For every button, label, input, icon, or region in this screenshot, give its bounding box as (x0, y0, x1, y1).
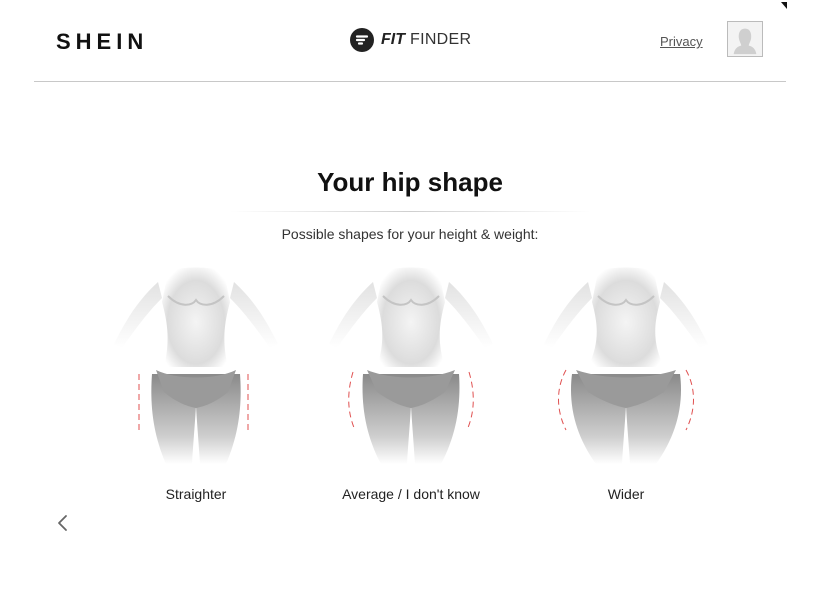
page-title: Your hip shape (317, 167, 503, 197)
back-button[interactable] (53, 512, 73, 534)
hip-option-straighter[interactable]: Straighter (96, 262, 296, 512)
option-label: Wider (607, 486, 645, 502)
fit-finder-fit: FIT (381, 31, 405, 48)
header: SHEIN FIT FINDER Privacy (34, 0, 786, 82)
avatar-button[interactable] (727, 21, 763, 57)
body-figure-straighter (114, 267, 278, 464)
title-divider (230, 211, 590, 212)
corner-marker (781, 2, 787, 9)
shein-logo[interactable]: SHEIN (56, 29, 148, 55)
fitfinder-logo-icon (350, 28, 374, 52)
fit-finder-brand: FIT FINDER (350, 28, 471, 52)
body-figure-average (329, 267, 493, 464)
hip-option-wider[interactable]: Wider (526, 262, 726, 512)
fit-finder-finder: FINDER (410, 31, 472, 48)
user-silhouette-icon (733, 28, 757, 55)
privacy-link[interactable]: Privacy (660, 34, 703, 49)
chevron-left-icon (58, 515, 67, 531)
page-subtitle: Possible shapes for your height & weight… (281, 226, 539, 242)
option-label: Straighter (165, 486, 227, 502)
hip-option-average[interactable]: Average / I don't know (311, 262, 511, 512)
body-figure-wider (544, 267, 708, 464)
option-label: Average / I don't know (342, 486, 480, 502)
